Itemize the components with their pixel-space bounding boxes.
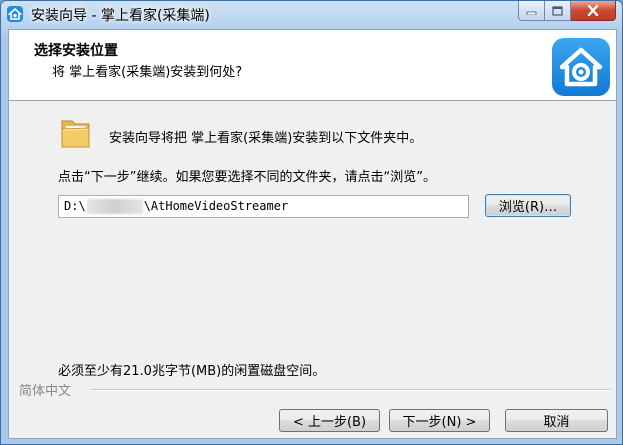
cancel-button[interactable]: 取消 xyxy=(505,409,608,432)
installer-window: 安装向导 - 掌上看家(采集端) 选择安装位置 将 掌上看家(采集端)安装到何处… xyxy=(0,0,623,445)
instruction-text: 点击“下一步”继续。如果您要选择不同的文件夹，请点击“浏览”。 xyxy=(58,170,436,185)
page-subtitle: 将 掌上看家(采集端)安装到何处? xyxy=(52,65,243,80)
redacted-path-segment xyxy=(86,199,143,214)
path-prefix: D:\ xyxy=(64,199,86,213)
minimize-button[interactable] xyxy=(518,1,545,21)
wizard-footer: 简体中文 < 上一步(B) 下一步(N) > 取消 xyxy=(9,375,616,440)
folder-icon xyxy=(59,115,92,151)
back-button[interactable]: < 上一步(B) xyxy=(279,409,380,432)
next-button[interactable]: 下一步(N) > xyxy=(389,409,490,432)
install-path-input[interactable]: D:\ \AtHomeVideoStreamer xyxy=(58,195,469,218)
maximize-icon xyxy=(552,5,563,16)
title-bar[interactable]: 安装向导 - 掌上看家(采集端) xyxy=(1,1,622,29)
browse-button[interactable]: 浏览(R)… xyxy=(485,194,571,217)
close-icon xyxy=(587,5,599,16)
wizard-body: 选择安装位置 将 掌上看家(采集端)安装到何处? 安装向导将把 掌上看家(采集端… xyxy=(8,29,617,439)
app-icon xyxy=(7,6,23,22)
logo-icon xyxy=(552,38,610,96)
intro-text: 安装向导将把 掌上看家(采集端)安装到以下文件夹中。 xyxy=(109,131,423,146)
wizard-header: 选择安装位置 将 掌上看家(采集端)安装到何处? xyxy=(9,30,616,101)
window-controls xyxy=(518,1,616,21)
page-title: 选择安装位置 xyxy=(34,43,118,59)
path-suffix: \AtHomeVideoStreamer xyxy=(143,199,289,213)
minimize-icon xyxy=(526,11,537,15)
maximize-button[interactable] xyxy=(545,1,571,21)
close-button[interactable] xyxy=(571,1,616,21)
window-title: 安装向导 - 掌上看家(采集端) xyxy=(31,8,210,24)
footer-divider xyxy=(91,389,611,391)
language-label: 简体中文 xyxy=(19,384,72,399)
